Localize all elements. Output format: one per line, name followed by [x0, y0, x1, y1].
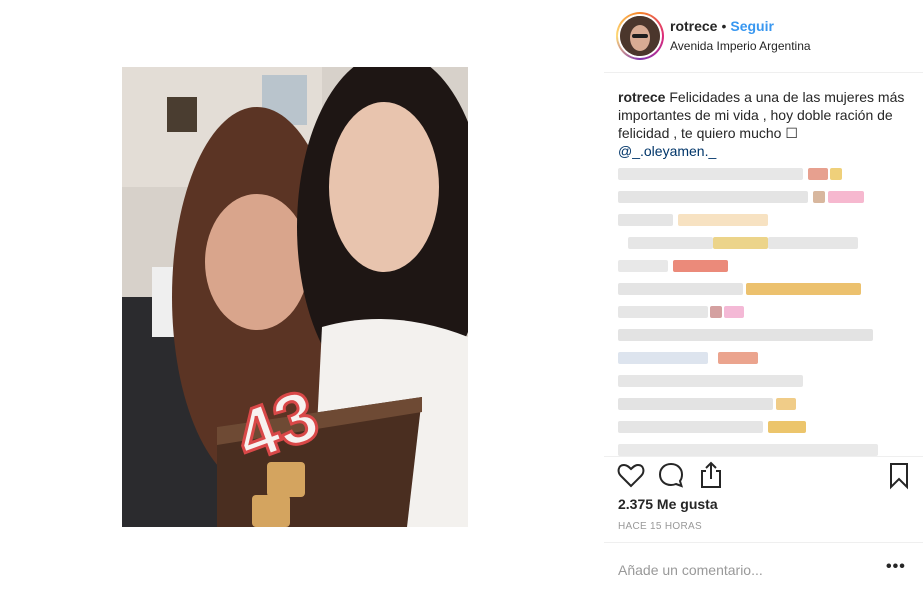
likes-count[interactable]: 2.375 Me gusta — [618, 496, 718, 512]
post-caption: rotrece Felicidades a una de las mujeres… — [618, 88, 908, 160]
post-media-area: 43 — [0, 0, 604, 594]
avatar[interactable] — [616, 12, 664, 60]
follow-button[interactable]: Seguir — [730, 18, 774, 34]
speech-bubble-icon[interactable] — [656, 460, 686, 490]
separator-dot: • — [721, 18, 727, 34]
blurred-comment — [618, 394, 908, 417]
blurred-comment — [618, 417, 908, 440]
caption-username[interactable]: rotrece — [618, 89, 665, 105]
blurred-comment — [618, 187, 908, 210]
blurred-comment — [618, 371, 908, 394]
photo-illustration: 43 — [122, 67, 468, 527]
comment-input[interactable]: Añade un comentario... — [618, 562, 763, 578]
actions-divider — [604, 456, 923, 457]
caption-mention[interactable]: @_.oleyamen._ — [618, 143, 716, 159]
header-divider — [604, 72, 923, 73]
bookmark-icon[interactable] — [884, 460, 914, 490]
blurred-comment — [618, 325, 908, 348]
heart-icon[interactable] — [616, 460, 646, 490]
post-sidebar: rotrece • Seguir Avenida Imperio Argentina… — [604, 0, 923, 594]
blurred-comment — [618, 279, 908, 302]
ellipsis-icon[interactable]: ••• — [886, 558, 906, 576]
post-timestamp[interactable]: HACE 15 HORAS — [618, 521, 702, 532]
username-link[interactable]: rotrece — [670, 18, 717, 34]
comment-divider — [604, 542, 923, 543]
blurred-comment — [618, 302, 908, 325]
blurred-comment — [618, 256, 908, 279]
share-icon[interactable] — [696, 460, 726, 490]
location-link[interactable]: Avenida Imperio Argentina — [670, 39, 811, 53]
blurred-comment — [618, 164, 908, 187]
blurred-comment — [618, 233, 908, 256]
post-photo[interactable]: 43 — [122, 67, 468, 527]
post-header: rotrece • Seguir Avenida Imperio Argentina — [604, 0, 923, 72]
blurred-comment — [618, 348, 908, 371]
user-line: rotrece • Seguir — [670, 18, 774, 34]
action-bar — [614, 460, 914, 494]
comments-list-blurred — [618, 164, 908, 463]
avatar-picture — [620, 16, 660, 56]
blurred-comment — [618, 210, 908, 233]
